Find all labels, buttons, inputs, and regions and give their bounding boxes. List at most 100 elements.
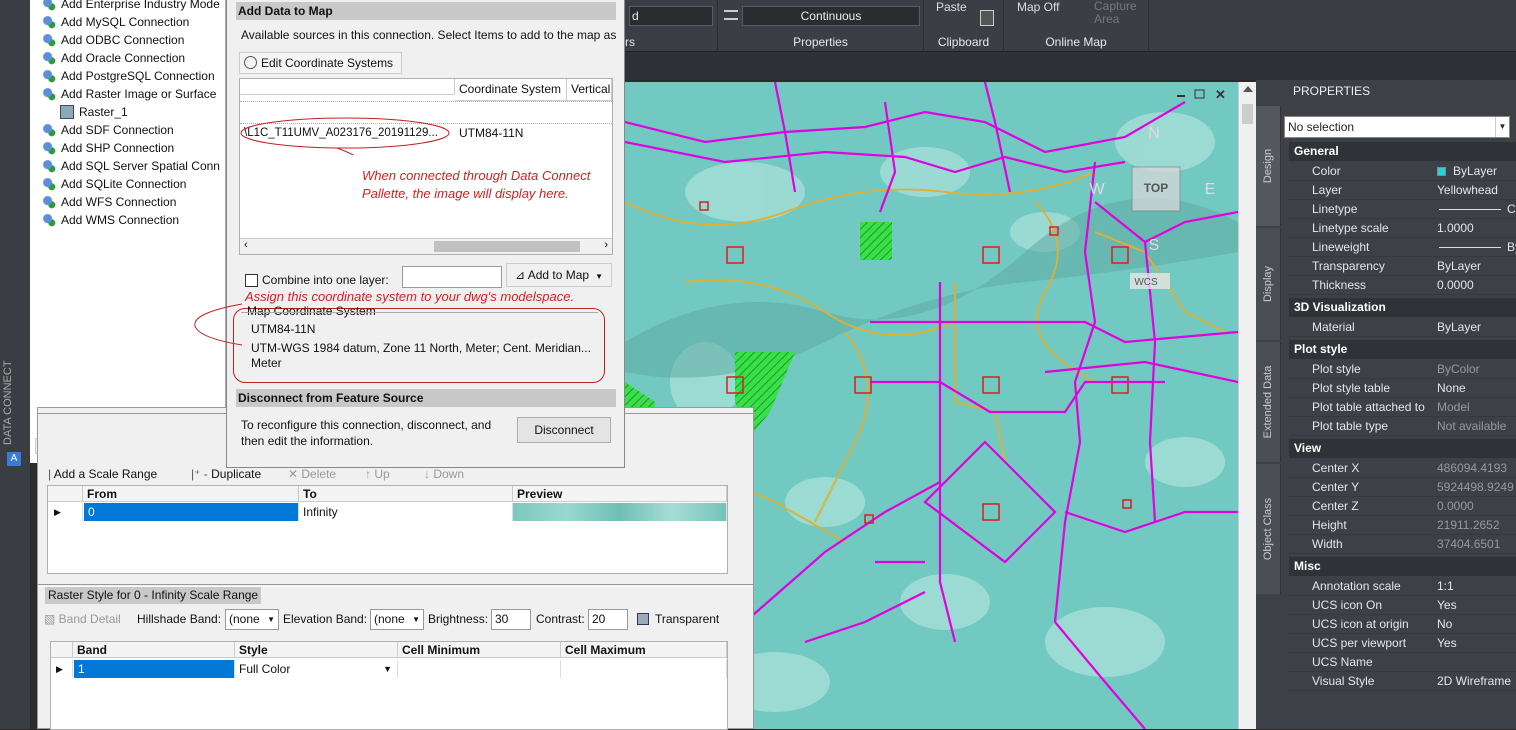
cell-maximum[interactable] — [561, 660, 727, 678]
prop-category[interactable]: Plot style — [1289, 340, 1516, 359]
prop-value[interactable]: Co — [1507, 200, 1516, 219]
col-from[interactable]: From — [83, 486, 299, 502]
prop-row[interactable]: UCS icon On Yes — [1289, 596, 1516, 615]
prop-row[interactable]: UCS icon at origin No — [1289, 615, 1516, 634]
canvas-scrollbar[interactable] — [1238, 82, 1256, 729]
prop-row[interactable]: Plot style table None — [1289, 379, 1516, 398]
prop-value[interactable]: Not available — [1437, 417, 1506, 436]
prop-category[interactable]: Misc — [1289, 557, 1516, 576]
prop-value[interactable]: ByLayer — [1437, 318, 1481, 337]
prop-value[interactable]: 1.0000 — [1437, 219, 1474, 238]
wcs-menu[interactable]: WCS — [1134, 277, 1158, 288]
add-to-map-button[interactable]: ⊿ Add to Map ▼ — [506, 263, 612, 287]
band-detail-button[interactable]: ▧ Band Detail — [44, 609, 121, 629]
map-off-button[interactable]: Map Off — [1017, 0, 1059, 14]
prop-row[interactable]: Color ByLayer — [1289, 162, 1516, 181]
prop-value[interactable]: Yes — [1437, 634, 1457, 653]
brightness-input[interactable]: 30 — [491, 609, 531, 630]
tree-item[interactable]: Add WMS Connection — [42, 211, 179, 229]
viewcube-north-label[interactable]: N — [1148, 125, 1160, 142]
tree-item[interactable]: Add SQL Server Spatial Connec — [42, 157, 220, 175]
tree-item[interactable]: Add Enterprise Industry Model — [42, 0, 220, 13]
prop-value[interactable]: 21911.2652 — [1437, 516, 1500, 535]
autocad-icon[interactable]: A — [7, 452, 21, 466]
minimize-icon[interactable] — [1177, 95, 1185, 97]
cell-minimum[interactable] — [398, 660, 561, 678]
prop-row[interactable]: Thickness 0.0000 — [1289, 276, 1516, 295]
col-coordinate-system[interactable]: Coordinate System — [455, 79, 567, 101]
prop-value[interactable]: Model — [1437, 398, 1470, 417]
disconnect-button[interactable]: Disconnect — [517, 417, 611, 443]
prop-row[interactable]: Linetype Co — [1289, 200, 1516, 219]
prop-value[interactable]: ByLayer — [1453, 162, 1497, 181]
viewcube-east-label[interactable]: E — [1205, 181, 1216, 198]
tree-item[interactable]: Add PostgreSQL Connection — [42, 67, 215, 85]
scroll-left-icon[interactable]: ‹ — [244, 239, 248, 251]
prop-row[interactable]: Linetype scale 1.0000 — [1289, 219, 1516, 238]
col-cell-maximum[interactable]: Cell Maximum — [561, 642, 727, 658]
match-properties-icon[interactable] — [980, 10, 994, 26]
hillshade-band-select[interactable]: (none ▼ — [225, 609, 279, 630]
scroll-up-icon[interactable] — [1243, 86, 1253, 92]
tree-item[interactable]: Add MySQL Connection — [42, 13, 189, 31]
prop-value[interactable]: Yes — [1437, 596, 1457, 615]
scroll-thumb[interactable] — [1242, 104, 1253, 124]
prop-value[interactable]: 2D Wireframe — [1437, 672, 1511, 691]
prop-row[interactable]: Plot table type Not available — [1289, 417, 1516, 436]
viewcube-south-label[interactable]: S — [1149, 237, 1160, 254]
selection-dropdown[interactable]: No selection ▼ — [1284, 116, 1510, 138]
prop-value[interactable]: 1:1 — [1437, 577, 1454, 596]
prop-category[interactable]: View — [1289, 439, 1516, 458]
tree-item[interactable]: Add SHP Connection — [42, 139, 174, 157]
tab-design[interactable]: Design — [1256, 106, 1281, 226]
prop-value[interactable]: By — [1507, 238, 1516, 257]
prop-value[interactable]: 37404.6501 — [1437, 535, 1500, 554]
tree-item[interactable]: Add SDF Connection — [42, 121, 174, 139]
capture-area-button[interactable]: Capture Area — [1094, 0, 1137, 26]
linetype-combo[interactable]: Continuous — [742, 6, 920, 26]
prop-value[interactable]: 5924498.9249 — [1437, 478, 1514, 497]
col-style[interactable]: Style — [235, 642, 398, 658]
list-hscrollbar[interactable]: ‹ › — [240, 238, 612, 254]
tree-item[interactable]: Add Oracle Connection — [42, 49, 185, 67]
prop-value[interactable]: 0.0000 — [1437, 276, 1474, 295]
edit-coordinate-systems-button[interactable]: Edit Coordinate Systems — [239, 52, 403, 74]
prop-row[interactable]: Annotation scale 1:1 — [1289, 577, 1516, 596]
prop-row[interactable]: UCS per viewport Yes — [1289, 634, 1516, 653]
prop-row[interactable]: Visual Style 2D Wireframe — [1289, 672, 1516, 691]
prop-value[interactable]: No — [1437, 615, 1452, 634]
prop-value[interactable]: 0.0000 — [1437, 497, 1474, 516]
chevron-down-icon[interactable]: ▼ — [383, 660, 392, 678]
prop-row[interactable]: Lineweight By — [1289, 238, 1516, 257]
viewcube-west-label[interactable]: W — [1089, 181, 1105, 198]
tree-item[interactable]: Add SQLite Connection — [42, 175, 186, 193]
scroll-right-icon[interactable]: › — [604, 239, 608, 251]
paste-button[interactable]: Paste — [936, 0, 967, 14]
layer-combo[interactable]: d — [629, 6, 713, 26]
from-cell[interactable]: 0 — [84, 503, 299, 521]
elevation-band-select[interactable]: (none ▼ — [370, 609, 424, 630]
prop-row[interactable]: Layer Yellowhead — [1289, 181, 1516, 200]
tree-item[interactable]: Add WFS Connection — [42, 193, 176, 211]
col-cell-minimum[interactable]: Cell Minimum — [398, 642, 561, 658]
close-icon[interactable]: ✕ — [1215, 87, 1226, 102]
col-band[interactable]: Band — [73, 642, 235, 658]
tree-item[interactable]: Add Raster Image or Surface C — [42, 85, 220, 103]
prop-row[interactable]: Material ByLayer — [1289, 318, 1516, 337]
prop-category[interactable]: General — [1289, 142, 1516, 161]
band-cell[interactable]: 1 — [74, 660, 235, 678]
col-name[interactable] — [240, 79, 455, 95]
to-cell[interactable]: Infinity — [299, 503, 513, 521]
viewcube-top-label[interactable]: TOP — [1144, 181, 1168, 195]
prop-row[interactable]: Plot table attached to Model — [1289, 398, 1516, 417]
add-scale-range-button[interactable]: | Add a Scale Range — [48, 464, 157, 484]
prop-value[interactable]: ByColor — [1437, 360, 1480, 379]
prop-row[interactable]: Height 21911.2652 — [1289, 516, 1516, 535]
scroll-thumb[interactable] — [434, 241, 580, 252]
prop-row[interactable]: UCS Name — [1289, 653, 1516, 672]
prop-row[interactable]: Center Y 5924498.9249 — [1289, 478, 1516, 497]
prop-row[interactable]: Center X 486094.4193 — [1289, 459, 1516, 478]
combine-checkbox[interactable] — [245, 274, 258, 287]
layer-name-input[interactable] — [402, 266, 502, 288]
prop-row[interactable]: Width 37404.6501 — [1289, 535, 1516, 554]
